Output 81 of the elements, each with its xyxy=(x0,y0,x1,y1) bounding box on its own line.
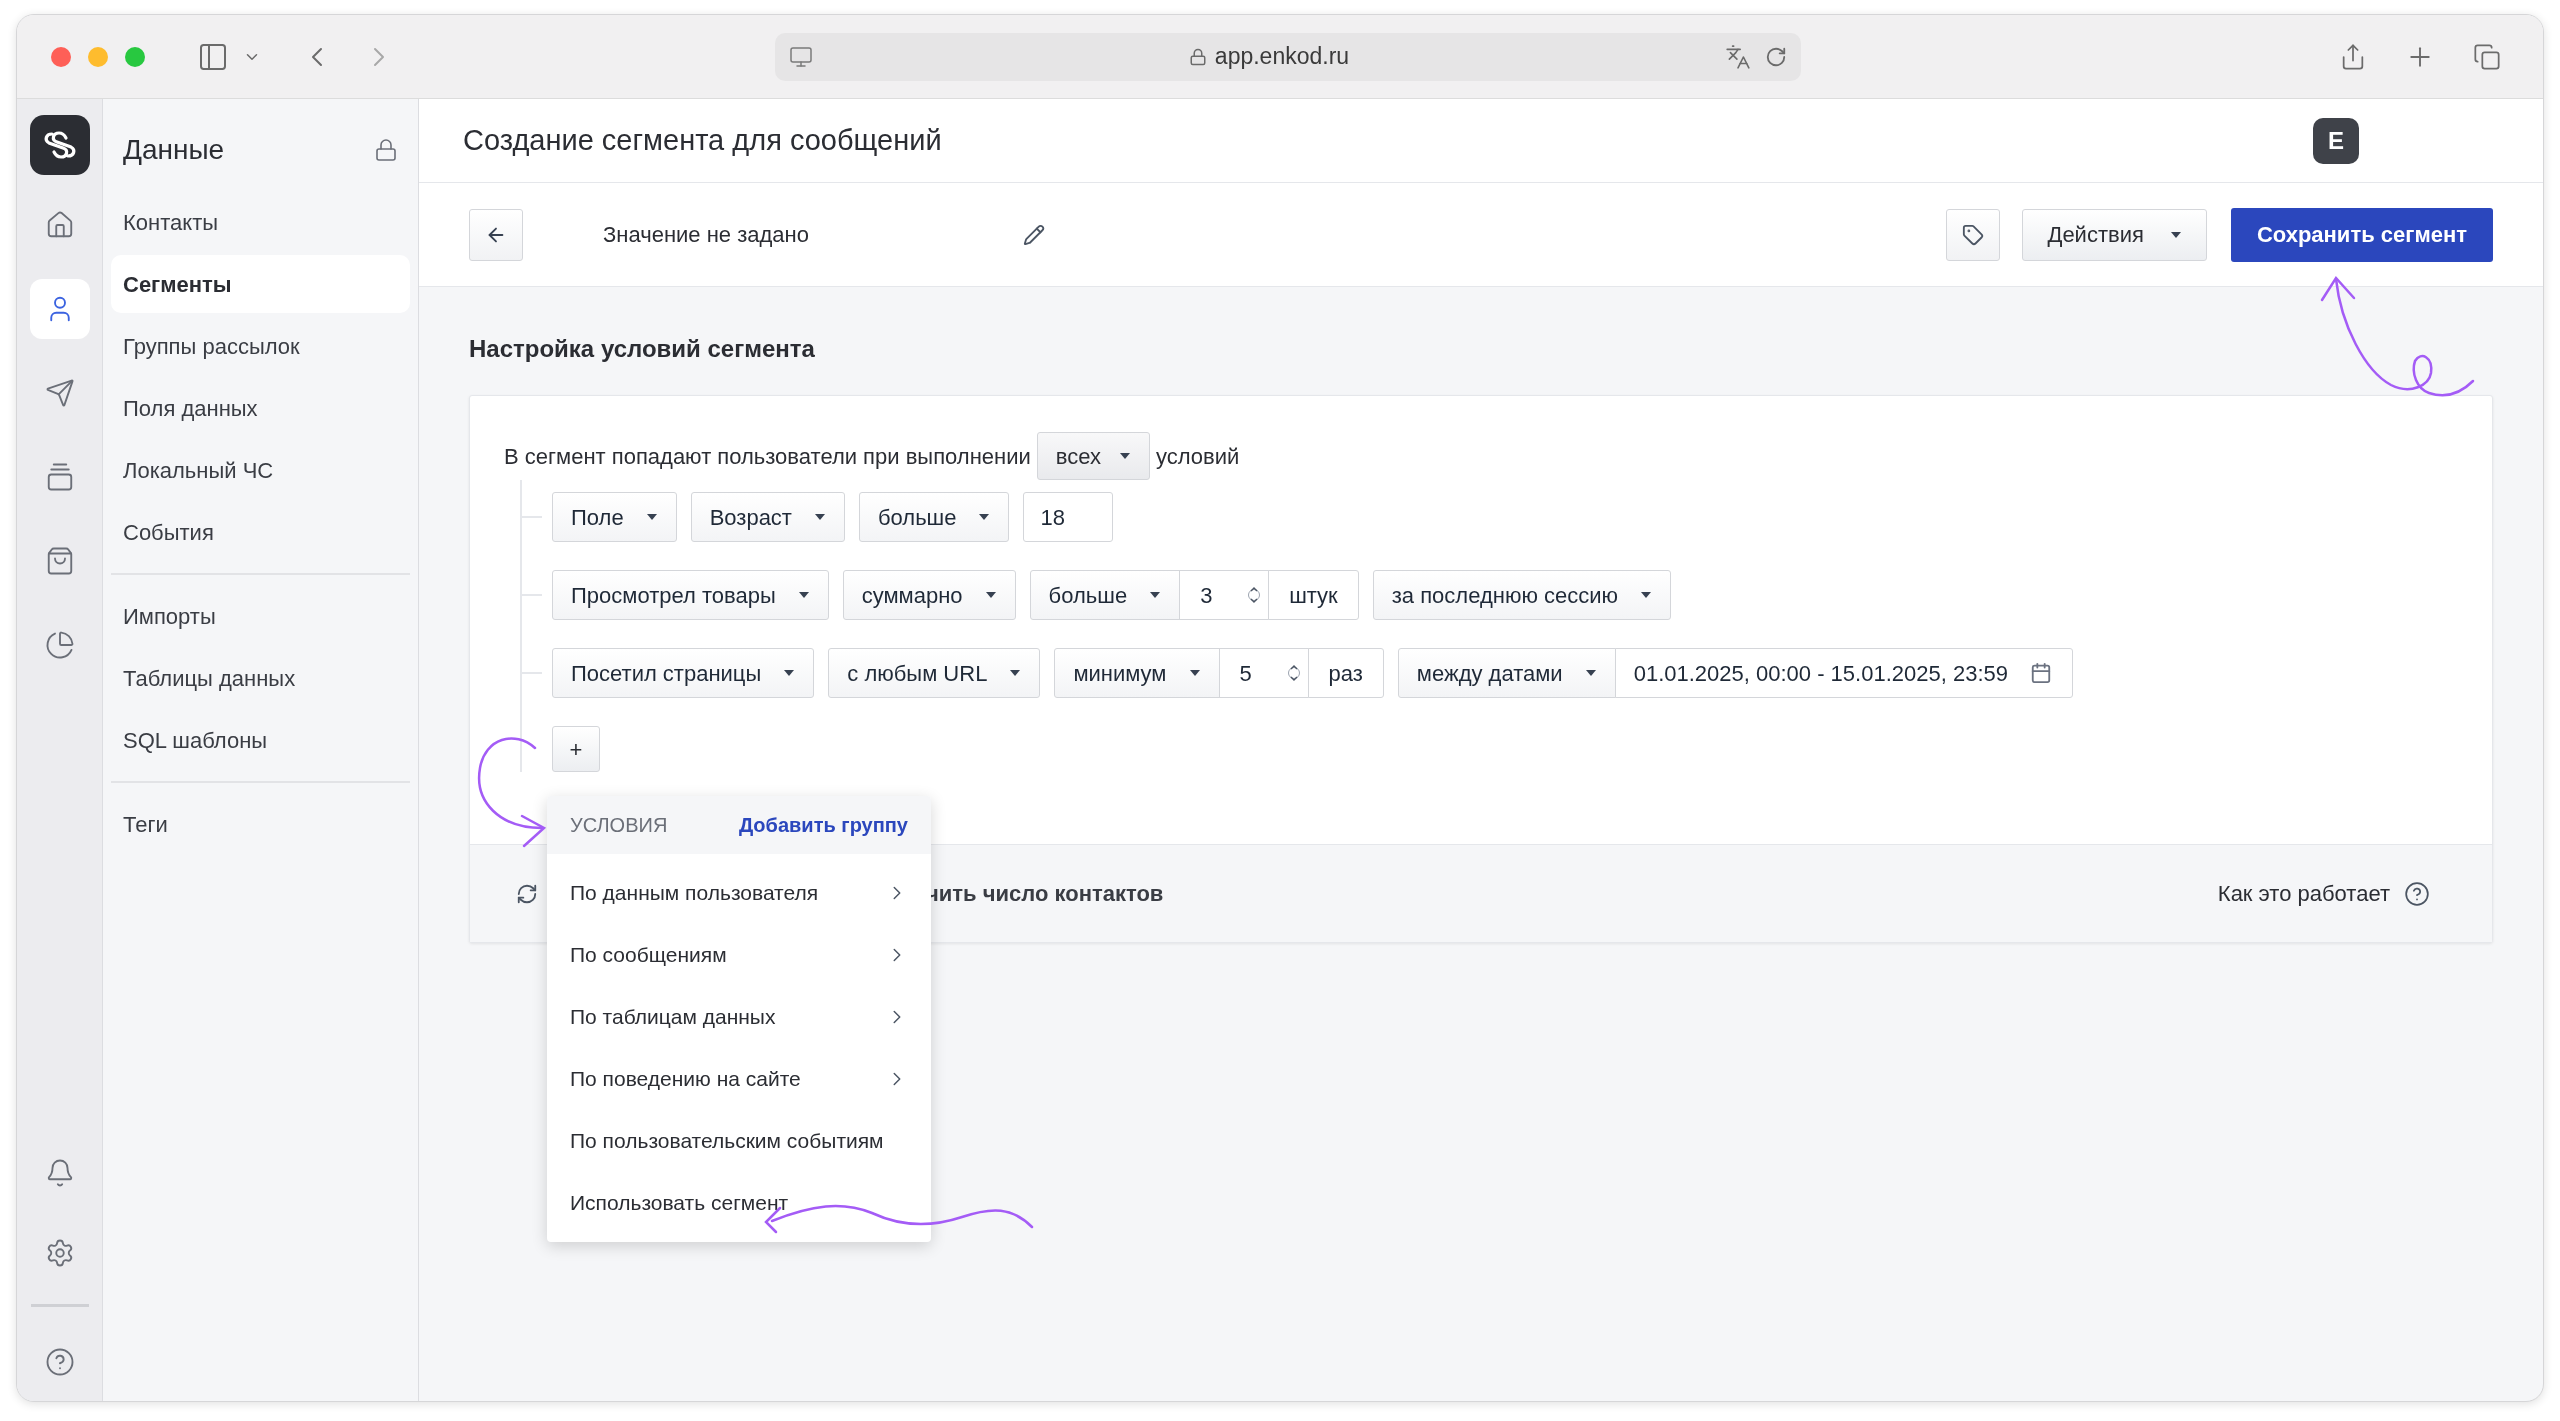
dropdown-select[interactable]: минимум xyxy=(1054,648,1220,698)
dropdown-select[interactable]: с любым URL xyxy=(828,648,1041,698)
menu-item[interactable]: По таблицам данных xyxy=(547,986,931,1048)
caret-icon xyxy=(1640,591,1653,599)
sidebar-item[interactable]: Поля данных xyxy=(111,379,410,437)
caret-icon xyxy=(813,513,826,521)
sidebar-item[interactable]: Импорты xyxy=(111,587,410,645)
menu-item[interactable]: По пользовательским событиям xyxy=(547,1110,931,1172)
menu-item[interactable]: По поведению на сайте xyxy=(547,1048,931,1110)
paper-plane-icon xyxy=(44,378,75,408)
page-title: Создание сегмента для сообщений xyxy=(463,122,942,158)
app-logo[interactable] xyxy=(29,115,90,175)
menu-item[interactable]: Использовать сегмент xyxy=(547,1172,931,1234)
nav-rail-item[interactable] xyxy=(29,279,90,339)
caret-icon xyxy=(978,513,991,521)
dropdown-select[interactable]: между датами xyxy=(1397,648,1616,698)
caret-icon xyxy=(1584,669,1597,677)
add-condition-button[interactable]: + xyxy=(552,726,600,772)
help-icon[interactable] xyxy=(2404,880,2430,907)
caret-icon xyxy=(1149,591,1162,599)
page-icon[interactable] xyxy=(789,44,813,69)
caret-icon xyxy=(1188,669,1201,677)
sidebar-item[interactable]: Теги xyxy=(111,795,410,853)
caret-icon xyxy=(984,591,997,599)
sidebar-item[interactable]: Группы рассылок xyxy=(111,317,410,375)
number-field[interactable]: 5 xyxy=(1218,648,1309,698)
menu-item[interactable]: По сообщениям xyxy=(547,924,931,986)
back-button[interactable] xyxy=(469,208,523,261)
sidebar-item[interactable]: Сегменты xyxy=(111,255,410,313)
calendar-icon[interactable] xyxy=(2030,662,2052,684)
dropdown-select[interactable]: Поле xyxy=(552,492,677,542)
sidebar-title: Данные xyxy=(123,133,225,167)
tag-button[interactable] xyxy=(1946,208,2001,261)
actions-dropdown[interactable]: Действия xyxy=(2022,208,2207,261)
rule-text: условий xyxy=(1156,442,1240,471)
caret-icon xyxy=(2169,230,2182,239)
url-text[interactable]: app.enkod.ru xyxy=(1214,39,1350,74)
menu-item[interactable]: По данным пользователя xyxy=(547,862,931,924)
match-dropdown[interactable]: всех xyxy=(1036,432,1150,480)
sidebar-item[interactable]: Таблицы данных xyxy=(111,649,410,707)
reload-icon[interactable] xyxy=(1765,45,1787,68)
pencil-icon[interactable] xyxy=(1023,223,1045,246)
dropdown-select[interactable]: Просмотрел товары xyxy=(552,570,829,620)
dropdown-select[interactable]: Возраст xyxy=(690,492,845,542)
caret-icon xyxy=(797,591,810,599)
sidebar-item[interactable]: События xyxy=(111,503,410,561)
rule-text: В сегмент попадают пользователи при выполнении xyxy=(504,442,1031,471)
caret-icon xyxy=(783,669,796,677)
save-segment-button[interactable]: Сохранить сегмент xyxy=(2230,207,2493,262)
sidebar-item[interactable]: SQL шаблоны xyxy=(111,711,410,769)
translate-icon[interactable] xyxy=(1725,43,1751,70)
caret-icon xyxy=(645,513,658,521)
user-avatar[interactable]: E xyxy=(2313,117,2359,164)
dropdown-select[interactable]: больше xyxy=(1029,570,1181,620)
dropdown-select[interactable]: суммарно xyxy=(842,570,1016,620)
dropdown-select[interactable]: за последнюю сессию xyxy=(1372,570,1672,620)
unit-label: штук xyxy=(1268,570,1359,620)
refresh-icon[interactable] xyxy=(516,882,538,905)
close-window-button[interactable] xyxy=(51,46,71,67)
add-group-link[interactable]: Добавить группу xyxy=(738,810,908,840)
tabs-overview-icon[interactable] xyxy=(2473,42,2501,71)
date-range-field[interactable]: 01.01.2025, 00:00 - 15.01.2025, 23:59 xyxy=(1614,648,2073,698)
pie-chart-icon xyxy=(44,630,75,660)
segment-name-text: Значение не задано xyxy=(603,221,810,249)
dropdown-select[interactable]: больше xyxy=(858,492,1010,542)
sidebar-item[interactable]: Контакты xyxy=(111,193,410,251)
value-field[interactable]: 18 xyxy=(1023,492,1114,542)
lock-icon[interactable] xyxy=(374,138,398,162)
lock-icon xyxy=(1188,47,1207,66)
caret-icon xyxy=(1009,669,1022,677)
sidebar-item[interactable]: Локальный ЧС xyxy=(111,441,410,499)
unit-label: раз xyxy=(1307,648,1384,698)
dropdown-select[interactable]: Посетил страницы xyxy=(552,648,815,698)
menu-heading: УСЛОВИЯ xyxy=(570,813,668,838)
how-it-works-link[interactable]: Как это работает xyxy=(2217,877,2390,910)
address-bar[interactable]: app.enkod.ru xyxy=(775,32,1801,81)
number-field[interactable]: 3 xyxy=(1179,570,1270,620)
caret-icon xyxy=(1119,452,1131,460)
tag-icon xyxy=(1962,223,1985,246)
section-title: Настройка условий сегмента xyxy=(469,334,816,364)
help-icon[interactable] xyxy=(44,1347,75,1377)
